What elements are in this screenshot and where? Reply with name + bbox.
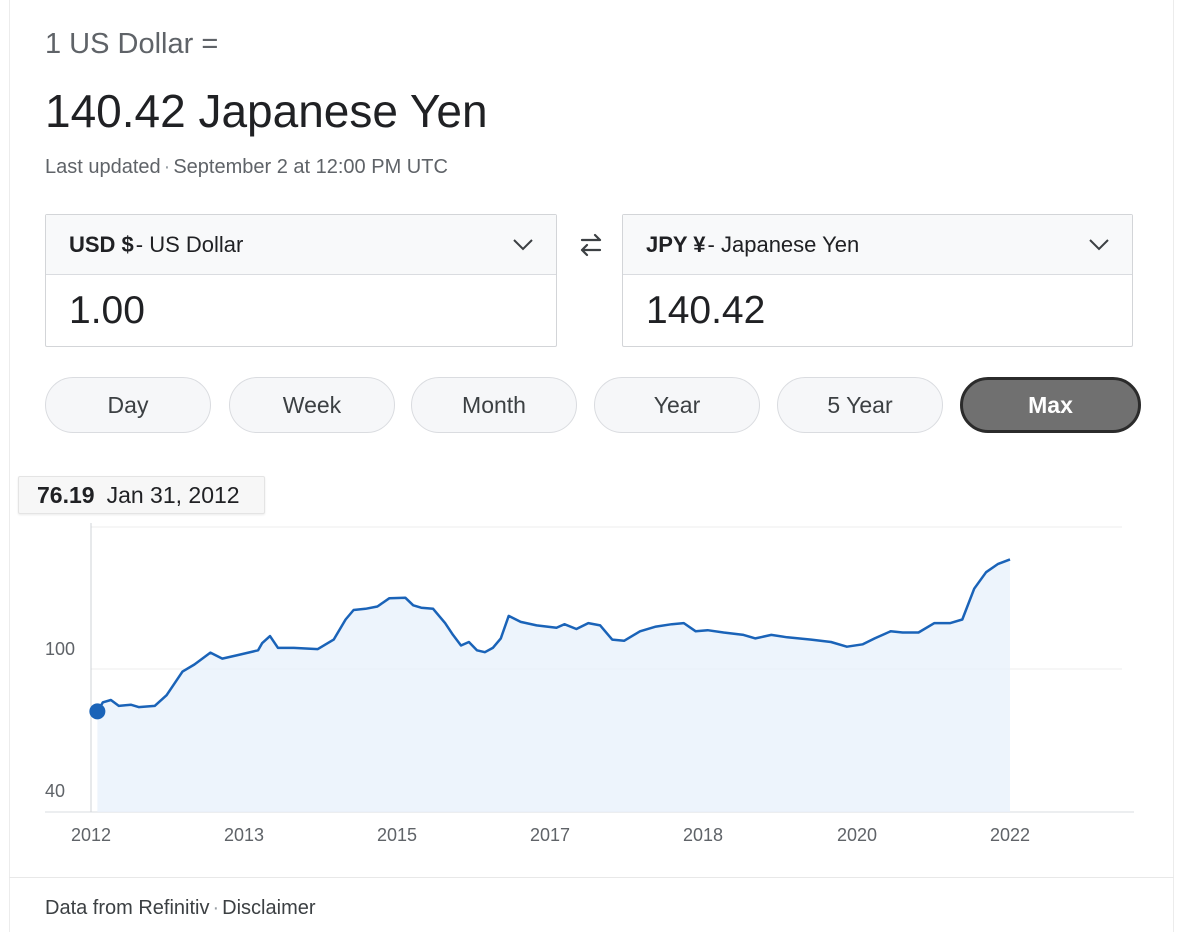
from-currency-code: USD $ — [69, 231, 134, 257]
last-updated-line: Last updated · September 2 at 12:00 PM UTC — [45, 156, 448, 179]
series-area — [97, 559, 1010, 812]
range-button-day[interactable]: Day — [45, 377, 211, 433]
from-currency-box: USD $ - US Dollar 1.00 — [45, 214, 557, 347]
last-updated-value: September 2 at 12:00 PM UTC — [173, 156, 448, 178]
to-amount-input[interactable]: 140.42 — [623, 275, 1132, 347]
range-button-week[interactable]: Week — [229, 377, 395, 433]
last-updated-label: Last updated — [45, 156, 161, 178]
y-tick-label: 100 — [45, 639, 75, 659]
exchange-rate-chart[interactable]: 40 100 2012 2013 2015 2017 2018 2020 2022 — [0, 465, 1180, 855]
data-source-label: Data from Refinitiv — [45, 897, 210, 919]
x-tick-label: 2018 — [683, 825, 723, 845]
from-amount-input[interactable]: 1.00 — [46, 275, 556, 347]
range-button-max[interactable]: Max — [960, 377, 1141, 433]
converted-rate-title: 140.42 Japanese Yen — [45, 85, 488, 137]
range-button-year[interactable]: Year — [594, 377, 760, 433]
footer: Data from Refinitiv · Disclaimer — [45, 897, 316, 920]
chevron-down-icon — [513, 238, 533, 250]
to-currency-name: - Japanese Yen — [707, 231, 860, 257]
footer-divider — [9, 877, 1174, 878]
from-currency-select[interactable]: USD $ - US Dollar — [46, 215, 556, 275]
x-tick-label: 2020 — [837, 825, 877, 845]
separator-dot: · — [163, 156, 171, 178]
chart-tooltip: 76.19 Jan 31, 2012 — [18, 476, 265, 514]
y-tick-label: 40 — [45, 781, 65, 801]
disclaimer-link[interactable]: Disclaimer — [222, 897, 315, 919]
x-tick-label: 2017 — [530, 825, 570, 845]
to-currency-select[interactable]: JPY ¥ - Japanese Yen — [623, 215, 1132, 275]
x-tick-label: 2013 — [224, 825, 264, 845]
tooltip-date: Jan 31, 2012 — [106, 481, 240, 508]
x-tick-label: 2012 — [71, 825, 111, 845]
to-currency-code: JPY ¥ — [646, 231, 706, 257]
highlight-point — [89, 703, 106, 720]
range-button-5-year[interactable]: 5 Year — [777, 377, 943, 433]
x-tick-label: 2022 — [990, 825, 1030, 845]
chevron-down-icon — [1089, 238, 1109, 250]
to-currency-box: JPY ¥ - Japanese Yen 140.42 — [622, 214, 1133, 347]
swap-arrows-icon[interactable] — [576, 230, 606, 260]
separator-dot: · — [212, 897, 220, 919]
base-amount-line: 1 US Dollar = — [45, 28, 219, 60]
from-currency-name: - US Dollar — [135, 231, 244, 257]
tooltip-value: 76.19 — [37, 481, 95, 508]
range-button-month[interactable]: Month — [411, 377, 577, 433]
x-tick-label: 2015 — [377, 825, 417, 845]
